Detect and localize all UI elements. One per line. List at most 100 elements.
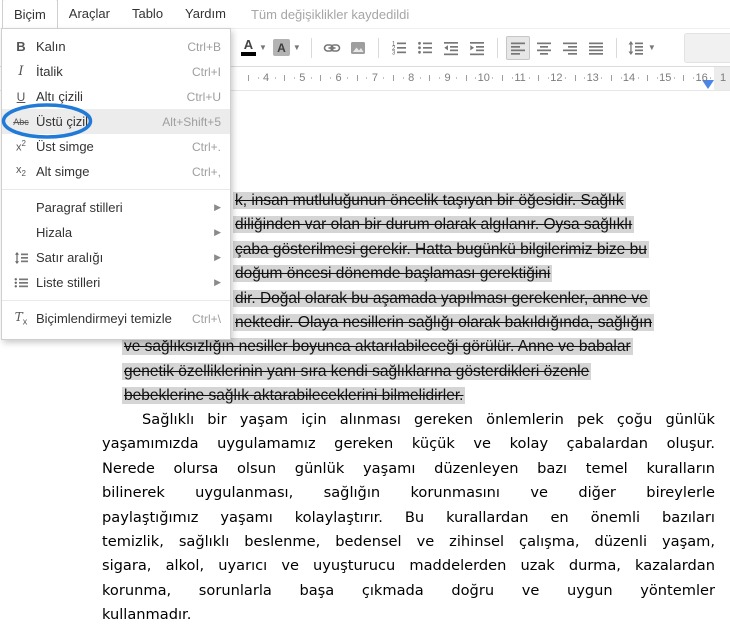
ruler-dot xyxy=(403,77,404,79)
ruler-number: 9 xyxy=(440,72,456,84)
paragraph-line: temizlik, sağlıklı beslenme, bedensel ve… xyxy=(102,530,715,554)
ruler-tick xyxy=(429,75,430,81)
menubar-item-yardm[interactable]: Yardım xyxy=(174,0,237,28)
indent-icon xyxy=(468,39,486,57)
line-spacing-button[interactable]: ▼ xyxy=(625,36,658,60)
selected-strikethrough-line[interactable]: dir. Doğal olarak bu aşamada yapılması g… xyxy=(233,288,650,309)
ruler-tick xyxy=(575,75,576,81)
ruler-dot xyxy=(475,77,476,79)
ruler-tick xyxy=(683,75,684,81)
menu-shortcut: Ctrl+. xyxy=(192,140,221,154)
selected-strikethrough-line[interactable]: çaba gösterilmesi gerekir. Hatta bugünkü… xyxy=(233,239,649,260)
insert-link-button[interactable] xyxy=(320,36,344,60)
paragraph-line: Nerede olursa olsun günlük yaşamı düzenl… xyxy=(102,457,715,481)
paragraph-line: yaşamımızda uygulamamız gereken küçük ve… xyxy=(102,432,715,456)
ruler-dot xyxy=(439,77,440,79)
chevron-down-icon: ▼ xyxy=(648,43,656,52)
paragraph-text[interactable]: Sağlıklı bir yaşam için alınması gereken… xyxy=(102,408,715,628)
menu-item-label: Kalın xyxy=(34,39,187,54)
menu-item-label: Liste stilleri xyxy=(34,275,214,290)
ruler-number: 5 xyxy=(294,72,310,84)
ruler-number: 11 xyxy=(512,72,528,84)
aligncenter-icon xyxy=(535,39,553,57)
toolbar-separator xyxy=(378,38,379,58)
menubar-item-aralar[interactable]: Araçlar xyxy=(58,0,121,28)
selected-strikethrough-line[interactable]: k, insan mutluluğunun öncelik taşıyan bi… xyxy=(233,190,626,211)
ruler-number: 6 xyxy=(331,72,347,84)
ruler-dot xyxy=(638,77,639,79)
paragraph-line: paylaştığımız yaşamı kolaylaştırır. Bu k… xyxy=(102,506,715,530)
ruler-number: 7 xyxy=(367,72,383,84)
outdent-icon xyxy=(442,39,460,57)
selected-strikethrough-line[interactable]: genetik özelliklerinin yanı sıra kendi s… xyxy=(122,361,591,382)
menu-item-liste-stilleri[interactable]: Liste stilleri▶ xyxy=(2,270,230,295)
increase-indent-button[interactable] xyxy=(465,36,489,60)
menubar-item-tablo[interactable]: Tablo xyxy=(121,0,174,28)
selected-strikethrough-line[interactable]: doğum öncesi dönemde başlaması gerektiği… xyxy=(233,263,552,284)
highlight-color-button[interactable]: A▼ xyxy=(271,36,303,60)
align-right-button[interactable] xyxy=(558,36,582,60)
ruler-dot xyxy=(565,77,566,79)
selected-strikethrough-line[interactable]: diliğinden var olan bir durum olarak alg… xyxy=(233,214,634,235)
menu-shortcut: Ctrl+I xyxy=(192,65,221,79)
ruler-number: 10 xyxy=(476,72,492,84)
ruler-dot xyxy=(674,77,675,79)
ruler-tick xyxy=(502,75,503,81)
ruler-dot xyxy=(621,77,622,79)
subscript-icon: x2 xyxy=(8,164,34,178)
insert-image-button[interactable] xyxy=(346,36,370,60)
menu-item-sat-r-aral-[interactable]: Satır aralığı▶ xyxy=(2,245,230,270)
menu-item-label: Paragraf stilleri xyxy=(34,200,214,215)
menu-shortcut: Ctrl+, xyxy=(192,165,221,179)
menu-item-alt-izili[interactable]: U Altı çiziliCtrl+U xyxy=(2,84,230,109)
menu-item-alt-simge[interactable]: x2 Alt simgeCtrl+, xyxy=(2,159,230,184)
menu-item--st-simge[interactable]: x2 Üst simgeCtrl+. xyxy=(2,134,230,159)
justify-button[interactable] xyxy=(584,36,608,60)
menu-item-kal-n[interactable]: B KalınCtrl+B xyxy=(2,34,230,59)
paragraph-line: sigara, alkol, uyarıcı ve uyuşturucu mad… xyxy=(102,554,715,578)
menu-item-label: İtalik xyxy=(34,64,192,79)
link-icon xyxy=(323,39,341,57)
list-styles-icon xyxy=(8,276,34,290)
chevron-down-icon: ▼ xyxy=(259,43,267,52)
menu-item-i-talik[interactable]: I İtalikCtrl+I xyxy=(2,59,230,84)
menu-item-bi-imlendirmeyi-temizle[interactable]: Tx Biçimlendirmeyi temizleCtrl+\ xyxy=(2,306,230,331)
ruler-dot xyxy=(275,77,276,79)
bullist-icon xyxy=(416,39,434,57)
numbered-list-button[interactable]: 123 xyxy=(387,36,411,60)
bullet-list-button[interactable] xyxy=(413,36,437,60)
numlist-icon: 123 xyxy=(390,39,408,57)
ruler-dot xyxy=(512,77,513,79)
menu-shortcut: Alt+Shift+5 xyxy=(162,115,221,129)
menu-item-label: Hizala xyxy=(34,225,214,240)
italic-icon: I xyxy=(8,64,34,79)
superscript-icon: x2 xyxy=(8,139,34,154)
ruler-dot xyxy=(548,77,549,79)
ruler-number: 4 xyxy=(258,72,274,84)
text-color-button[interactable]: A▼ xyxy=(239,36,269,60)
menu-item-hizala[interactable]: Hizala▶ xyxy=(2,220,230,245)
ruler-dot xyxy=(347,77,348,79)
menu-item--st-izili[interactable]: Abc Üstü çiziliAlt+Shift+5 xyxy=(2,109,230,134)
toolbar-separator xyxy=(497,38,498,58)
ruler-dot xyxy=(657,77,658,79)
decrease-indent-button[interactable] xyxy=(439,36,463,60)
ruler-dot xyxy=(420,77,421,79)
menu-item-paragraf-stilleri[interactable]: Paragraf stilleri▶ xyxy=(2,195,230,220)
menu-item-label: Üstü çizili xyxy=(34,114,162,129)
align-left-button[interactable] xyxy=(506,36,530,60)
format-dropdown-menu: B KalınCtrl+BI İtalikCtrl+IU Altı çizili… xyxy=(1,28,231,340)
selected-strikethrough-line[interactable]: nektedir. Olaya nesillerin sağlığı olara… xyxy=(233,312,654,333)
menu-shortcut: Ctrl+U xyxy=(187,90,221,104)
align-center-button[interactable] xyxy=(532,36,556,60)
ruler-number: 16 xyxy=(694,72,710,84)
menu-separator xyxy=(2,300,230,301)
toolbar-separator xyxy=(311,38,312,58)
justify-icon xyxy=(587,39,605,57)
paragraph-line: kullanmadır. xyxy=(102,603,715,627)
ruler-tick xyxy=(393,75,394,81)
menubar-item-biim[interactable]: Biçim xyxy=(2,0,58,30)
alignright-icon xyxy=(561,39,579,57)
selected-strikethrough-line[interactable]: bebeklerine sağlık aktarabileceklerini b… xyxy=(122,385,465,406)
ruler-tick xyxy=(320,75,321,81)
